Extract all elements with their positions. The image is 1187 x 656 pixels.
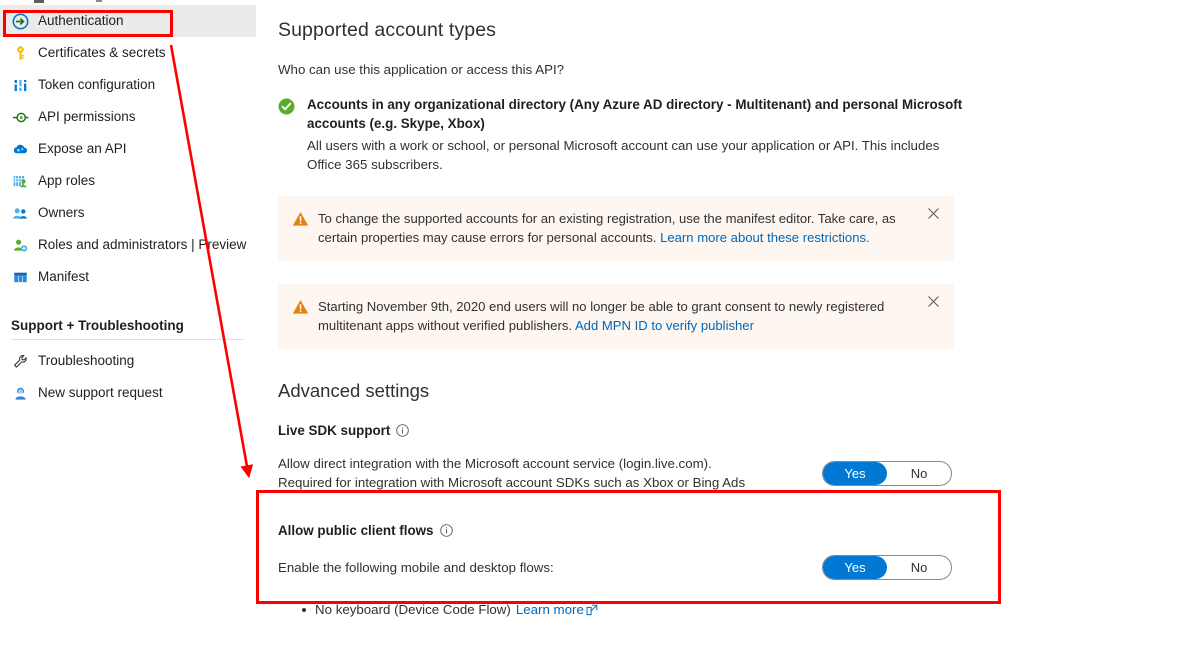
sidebar-item-certificates-secrets[interactable]: Certificates & secrets bbox=[0, 37, 256, 69]
api-permissions-icon bbox=[11, 108, 29, 126]
close-icon[interactable] bbox=[927, 207, 942, 222]
sidebar-item-manifest[interactable]: { } Manifest bbox=[0, 261, 256, 293]
external-link-icon[interactable] bbox=[586, 604, 598, 616]
live-sdk-support-toggle[interactable]: Yes No bbox=[822, 460, 952, 486]
section-title-advanced-settings: Advanced settings bbox=[278, 380, 430, 401]
app-roles-icon bbox=[11, 172, 29, 190]
toggle-option-yes[interactable]: Yes bbox=[823, 461, 887, 485]
toggle-option-no[interactable]: No bbox=[887, 556, 951, 579]
sidebar-item-label: App roles bbox=[38, 173, 96, 189]
sidebar-item-roles-and-administrators[interactable]: Roles and administrators | Preview bbox=[0, 229, 256, 261]
sidebar-item-api-permissions[interactable]: API permissions bbox=[0, 101, 256, 133]
allow-public-client-flows-description: Enable the following mobile and desktop … bbox=[278, 560, 554, 575]
manifest-icon: { } bbox=[11, 268, 29, 286]
sidebar-item-label: Certificates & secrets bbox=[38, 45, 166, 61]
info-icon[interactable] bbox=[439, 524, 453, 537]
warning-triangle-icon bbox=[292, 211, 309, 232]
owners-people-icon bbox=[11, 204, 29, 222]
sidebar-item-label: Expose an API bbox=[38, 141, 127, 157]
sidebar-divider bbox=[11, 339, 244, 340]
roles-administrators-icon bbox=[11, 236, 29, 254]
selected-account-type-row: Accounts in any organizational directory… bbox=[278, 96, 1187, 174]
info-icon[interactable] bbox=[396, 424, 410, 437]
sidebar-item-expose-an-api[interactable]: Expose an API bbox=[0, 133, 256, 165]
setting-row-live-sdk-support: Allow direct integration with the Micros… bbox=[278, 454, 952, 492]
sidebar-item-label: API permissions bbox=[38, 109, 136, 125]
authentication-icon bbox=[11, 12, 29, 30]
setting-row-allow-public-client-flows: Enable the following mobile and desktop … bbox=[278, 555, 952, 580]
sidebar-item-label: Manifest bbox=[38, 269, 90, 285]
sidebar-item-token-configuration[interactable]: Token configuration bbox=[0, 69, 256, 101]
bullet-icon bbox=[302, 607, 306, 612]
left-navigation-sidebar: Authentication Certificates & secrets To… bbox=[0, 0, 256, 656]
key-icon bbox=[11, 44, 29, 62]
sidebar-item-label: Token configuration bbox=[38, 77, 156, 93]
selected-account-type-description: All users with a work or school, or pers… bbox=[307, 138, 940, 172]
live-sdk-desc-line-1: Allow direct integration with the Micros… bbox=[278, 456, 712, 471]
selected-account-type-title: Accounts in any organizational directory… bbox=[307, 97, 963, 131]
warning-banner-2-link[interactable]: Add MPN ID to verify publisher bbox=[575, 318, 754, 333]
wrench-icon bbox=[11, 352, 29, 370]
sidebar-item-new-support-request[interactable]: New support request bbox=[0, 377, 256, 409]
device-code-flow-text: No keyboard (Device Code Flow) bbox=[315, 602, 511, 617]
sidebar-item-label: Roles and administrators | Preview bbox=[38, 237, 247, 253]
cloud-api-icon bbox=[11, 140, 29, 158]
live-sdk-support-label-text: Live SDK support bbox=[278, 423, 391, 438]
svg-text:{ }: { } bbox=[17, 275, 24, 282]
live-sdk-desc-line-2: Required for integration with Microsoft … bbox=[278, 475, 746, 490]
sidebar-item-label: Owners bbox=[38, 205, 85, 221]
warning-banner-verified-publisher: Starting November 9th, 2020 end users wi… bbox=[278, 284, 954, 349]
page-title-supported-account-types: Supported account types bbox=[278, 19, 497, 41]
warning-triangle-icon bbox=[292, 299, 309, 320]
list-item-device-code-flow: No keyboard (Device Code Flow) Learn mor… bbox=[278, 602, 1187, 617]
success-check-icon bbox=[278, 96, 298, 174]
sidebar-item-troubleshooting[interactable]: Troubleshooting bbox=[0, 345, 256, 377]
main-content-pane: Supported account types Who can use this… bbox=[256, 0, 1187, 656]
supported-account-types-question: Who can use this application or access t… bbox=[278, 62, 565, 77]
sidebar-item-app-roles[interactable]: App roles bbox=[0, 165, 256, 197]
sidebar-item-owners[interactable]: Owners bbox=[0, 197, 256, 229]
close-icon[interactable] bbox=[927, 295, 942, 310]
sidebar-item-label: Troubleshooting bbox=[38, 353, 135, 369]
token-configuration-icon bbox=[11, 76, 29, 94]
sidebar-item-label: New support request bbox=[38, 385, 163, 401]
setting-label-live-sdk-support: Live SDK support bbox=[278, 423, 1187, 438]
support-person-icon bbox=[11, 384, 29, 402]
sidebar-group-support-troubleshooting: Support + Troubleshooting bbox=[11, 318, 184, 333]
allow-public-client-flows-toggle[interactable]: Yes No bbox=[822, 555, 952, 580]
clipped-glyph-a bbox=[34, 0, 44, 3]
setting-label-allow-public-client-flows: Allow public client flows bbox=[278, 523, 1187, 538]
sidebar-item-authentication[interactable]: Authentication bbox=[0, 5, 256, 37]
device-code-flow-learn-more-link[interactable]: Learn more bbox=[516, 602, 584, 617]
allow-public-client-flows-label-text: Allow public client flows bbox=[278, 523, 434, 538]
clipped-glyph-b bbox=[96, 0, 102, 2]
toggle-option-no[interactable]: No bbox=[887, 462, 951, 485]
toggle-option-yes[interactable]: Yes bbox=[823, 556, 887, 579]
warning-banner-1-link[interactable]: Learn more about these restrictions. bbox=[660, 230, 870, 245]
warning-banner-manifest-editor: To change the supported accounts for an … bbox=[278, 196, 954, 261]
sidebar-item-label: Authentication bbox=[38, 13, 124, 29]
